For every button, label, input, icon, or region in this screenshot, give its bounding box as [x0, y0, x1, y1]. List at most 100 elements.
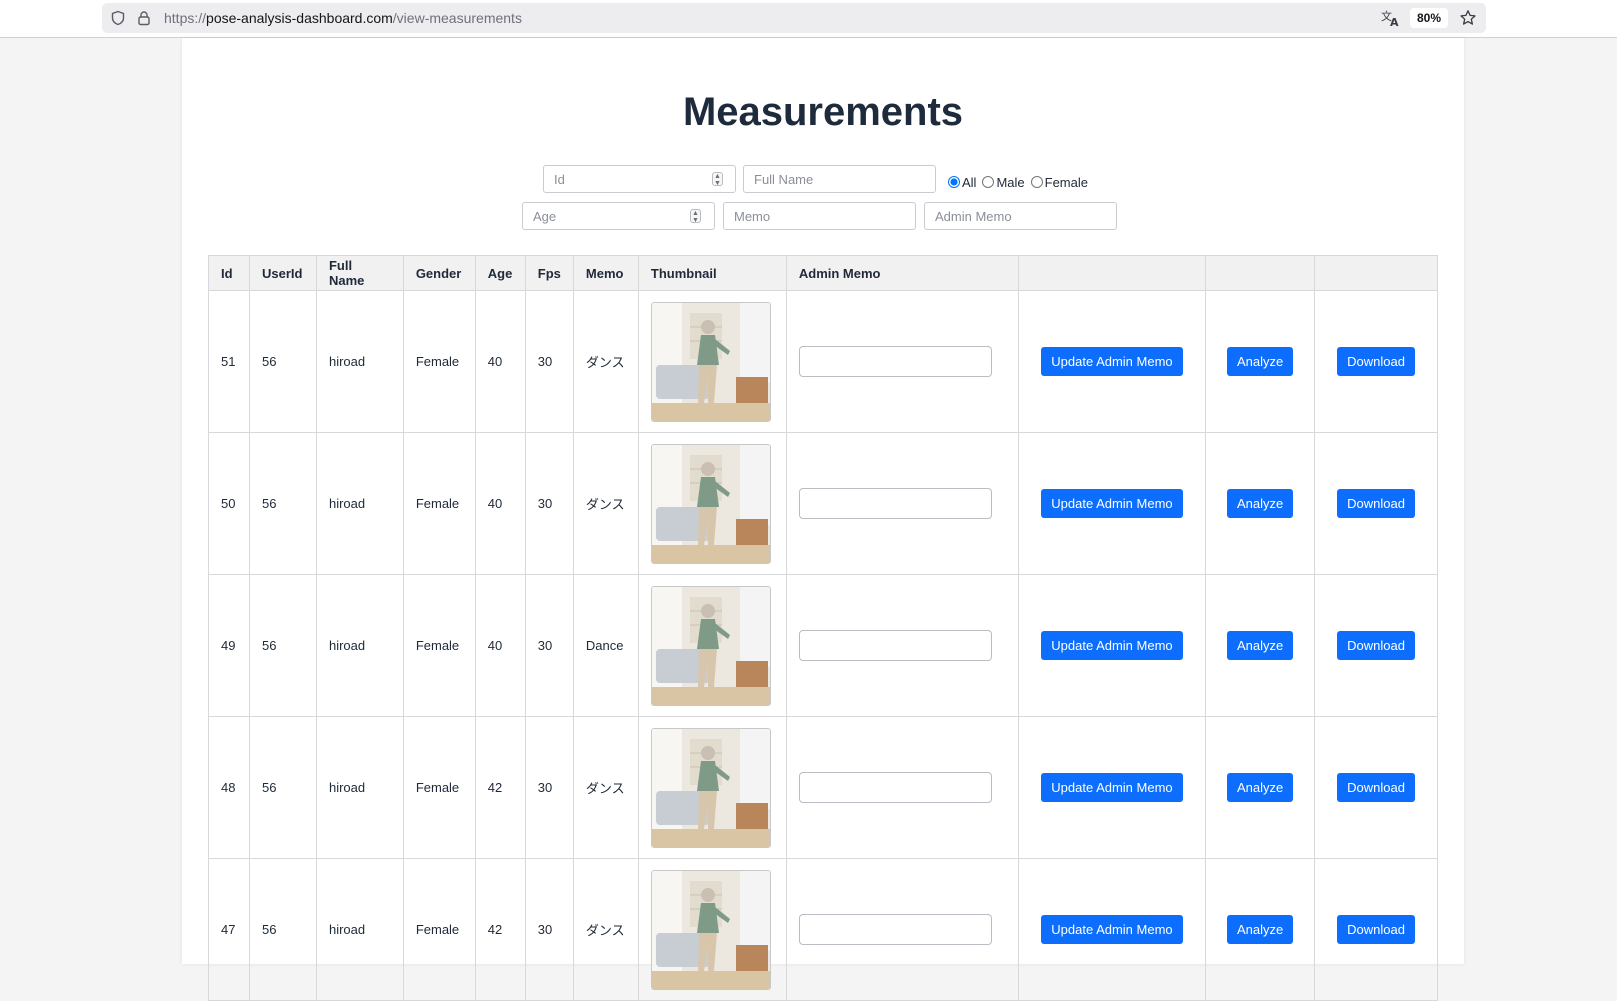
- url-host: pose-analysis-dashboard.com: [206, 10, 393, 26]
- thumbnail-image[interactable]: [650, 443, 771, 564]
- download-button[interactable]: Download: [1337, 915, 1415, 944]
- cell-id: 51: [208, 290, 250, 433]
- cell-admin-memo: [785, 858, 1019, 1001]
- cell-full-name: hiroad: [315, 574, 404, 717]
- download-button[interactable]: Download: [1337, 773, 1415, 802]
- cell-admin-memo: [785, 432, 1019, 575]
- table-row: 50 56 hiroad Female 40 30 ダンス Update Admin Memo…: [208, 432, 1438, 575]
- cell-update-action: Update Admin Memo: [1017, 716, 1207, 859]
- table-row: 49 56 hiroad Female 40 30 Dance Update Admin Me…: [208, 574, 1438, 717]
- translate-icon[interactable]: 文 A: [1381, 9, 1401, 27]
- cell-full-name: hiroad: [315, 858, 404, 1001]
- cell-admin-memo: [785, 574, 1019, 717]
- id-spinner-icon[interactable]: ▲ ▼: [712, 172, 723, 187]
- gender-radio-male[interactable]: [982, 176, 995, 188]
- analyze-button[interactable]: Analyze: [1226, 347, 1294, 376]
- thumbnail-image[interactable]: [650, 585, 771, 706]
- update-admin-memo-button[interactable]: Update Admin Memo: [1041, 915, 1183, 944]
- update-admin-memo-button[interactable]: Update Admin Memo: [1041, 489, 1183, 518]
- id-filter-input[interactable]: [543, 165, 736, 193]
- cell-fps: 30: [524, 432, 574, 575]
- cell-analyze-action: Analyze: [1205, 290, 1316, 433]
- cell-thumbnail: [637, 432, 787, 575]
- header-userid: UserId: [248, 255, 317, 291]
- cell-thumbnail: [637, 858, 787, 1001]
- cell-userid: 56: [248, 574, 317, 717]
- gender-option-female[interactable]: Female: [1030, 174, 1088, 190]
- url-path: /view-measurements: [392, 10, 522, 26]
- full-name-filter-input[interactable]: [743, 165, 936, 193]
- measurements-table: Id UserId Full Name Gender Age Fps Memo …: [208, 255, 1438, 1001]
- header-memo: Memo: [572, 255, 639, 291]
- thumbnail-image[interactable]: [650, 301, 771, 422]
- cell-analyze-action: Analyze: [1205, 716, 1316, 859]
- download-button[interactable]: Download: [1337, 631, 1415, 660]
- header-fps: Fps: [524, 255, 574, 291]
- gender-radio-female[interactable]: [1030, 176, 1043, 188]
- header-update-action: [1017, 255, 1207, 291]
- analyze-button[interactable]: Analyze: [1226, 489, 1294, 518]
- update-admin-memo-button[interactable]: Update Admin Memo: [1041, 347, 1183, 376]
- cell-download-action: Download: [1314, 290, 1438, 433]
- admin-memo-input[interactable]: [798, 346, 992, 377]
- cell-age: 40: [474, 432, 526, 575]
- url-text[interactable]: https://pose-analysis-dashboard.com/view…: [164, 9, 522, 27]
- update-admin-memo-button[interactable]: Update Admin Memo: [1041, 631, 1183, 660]
- admin-memo-filter-input[interactable]: [924, 202, 1117, 230]
- download-button[interactable]: Download: [1337, 489, 1415, 518]
- table-header-row: Id UserId Full Name Gender Age Fps Memo …: [208, 255, 1438, 291]
- download-button[interactable]: Download: [1337, 347, 1415, 376]
- cell-admin-memo: [785, 290, 1019, 433]
- header-full-name: Full Name: [315, 255, 404, 291]
- lock-icon[interactable]: [136, 10, 152, 26]
- zoom-level-badge[interactable]: 80%: [1410, 8, 1449, 28]
- cell-userid: 56: [248, 432, 317, 575]
- table-row: 47 56 hiroad Female 42 30 ダンス Update Admin Memo…: [208, 858, 1438, 1001]
- table-body: 51 56 hiroad Female 40 30 ダンス Update Admin Memo…: [208, 290, 1438, 1001]
- admin-memo-input[interactable]: [798, 914, 992, 945]
- gender-radio-group: All Male Female: [948, 173, 1094, 191]
- admin-memo-input[interactable]: [798, 772, 992, 803]
- cell-analyze-action: Analyze: [1205, 432, 1316, 575]
- cell-id: 49: [208, 574, 250, 717]
- admin-memo-input[interactable]: [798, 630, 992, 661]
- gender-option-male[interactable]: Male: [982, 174, 1025, 190]
- header-thumbnail: Thumbnail: [637, 255, 787, 291]
- header-download-action: [1314, 255, 1438, 291]
- gender-radio-all[interactable]: [948, 176, 960, 188]
- cell-update-action: Update Admin Memo: [1017, 858, 1207, 1001]
- analyze-button[interactable]: Analyze: [1226, 773, 1294, 802]
- cell-analyze-action: Analyze: [1205, 574, 1316, 717]
- cell-analyze-action: Analyze: [1205, 858, 1316, 1001]
- page-card: Measurements ▲▼ All Male Female ▲▼ Id: [182, 38, 1464, 1001]
- cell-update-action: Update Admin Memo: [1017, 290, 1207, 433]
- cell-userid: 56: [248, 858, 317, 1001]
- cell-age: 42: [474, 858, 526, 1001]
- memo-filter-input[interactable]: [723, 202, 916, 230]
- cell-id: 48: [208, 716, 250, 859]
- address-bar[interactable]: https://pose-analysis-dashboard.com/view…: [102, 3, 1486, 33]
- bookmark-star-icon[interactable]: [1459, 9, 1477, 27]
- gender-label-male: Male: [996, 174, 1025, 190]
- age-spinner-icon[interactable]: ▲ ▼: [690, 209, 701, 224]
- cell-memo: ダンス: [572, 716, 639, 859]
- update-admin-memo-button[interactable]: Update Admin Memo: [1041, 773, 1183, 802]
- thumbnail-image[interactable]: [650, 727, 771, 848]
- cell-memo: ダンス: [572, 290, 639, 433]
- table-row: 48 56 hiroad Female 42 30 ダンス Update Admin Memo…: [208, 716, 1438, 859]
- cell-download-action: Download: [1314, 858, 1438, 1001]
- header-id: Id: [208, 255, 250, 291]
- cell-gender: Female: [402, 858, 476, 1001]
- analyze-button[interactable]: Analyze: [1226, 915, 1294, 944]
- admin-memo-input[interactable]: [798, 488, 992, 519]
- gender-option-all[interactable]: All: [948, 175, 976, 190]
- cell-fps: 30: [524, 290, 574, 433]
- analyze-button[interactable]: Analyze: [1226, 631, 1294, 660]
- gender-label-female: Female: [1044, 174, 1088, 190]
- age-filter-input[interactable]: [522, 202, 715, 230]
- cell-download-action: Download: [1314, 432, 1438, 575]
- shield-icon[interactable]: [110, 10, 126, 26]
- cell-download-action: Download: [1314, 574, 1438, 717]
- cell-gender: Female: [402, 716, 476, 859]
- thumbnail-image[interactable]: [650, 869, 771, 990]
